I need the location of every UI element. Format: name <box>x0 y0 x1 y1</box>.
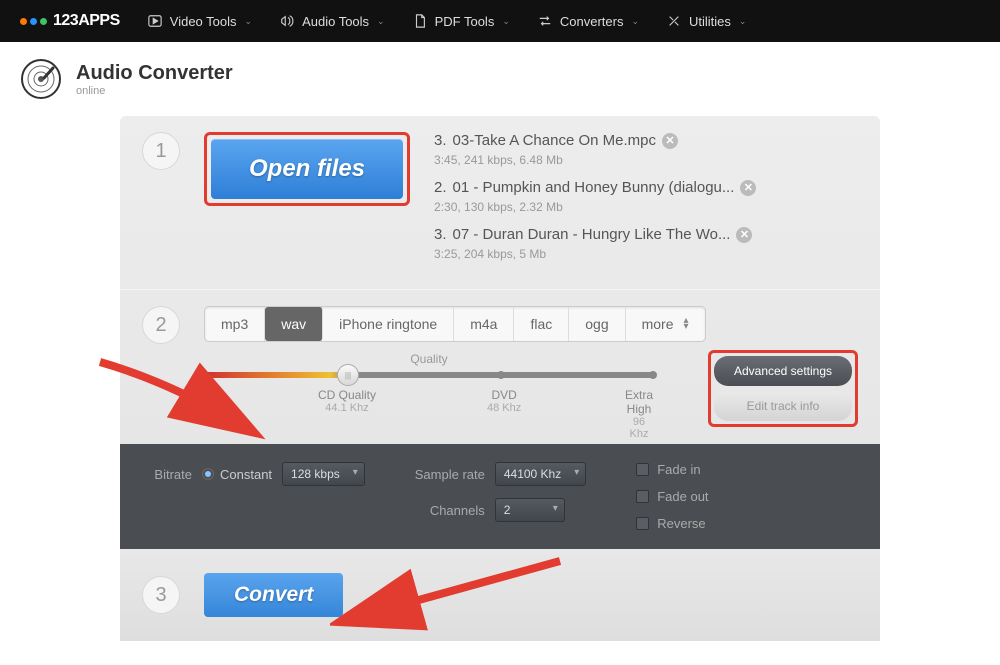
page-title: Audio Converter <box>76 62 233 85</box>
top-nav: 123APPS Video Tools⌄ Audio Tools⌄ PDF To… <box>0 0 1000 42</box>
convert-icon <box>538 14 552 28</box>
play-icon <box>148 14 162 28</box>
channels-select[interactable]: 2 <box>495 498 565 522</box>
brand-text: 123APPS <box>53 12 120 30</box>
reverse-checkbox[interactable]: Reverse <box>636 516 708 531</box>
remove-file-icon[interactable]: ✕ <box>662 133 678 149</box>
remove-file-icon[interactable]: ✕ <box>740 180 756 196</box>
page-header: Audio Converter online <box>0 42 1000 116</box>
file-item: 3. 07 - Duran Duran - Hungry Like The Wo… <box>434 226 858 261</box>
slider-knob[interactable]: ||| <box>337 364 359 386</box>
pdf-icon <box>413 14 427 28</box>
fade-in-checkbox[interactable]: Fade in <box>636 462 708 477</box>
brand-logo[interactable]: 123APPS <box>20 12 120 30</box>
format-tabs: mp3 wav iPhone ringtone m4a flac ogg mor… <box>204 306 706 342</box>
sample-rate-select[interactable]: 44100 Khz <box>495 462 586 486</box>
advanced-panel: Bitrate Constant 128 kbps Sample rate 44… <box>120 444 880 549</box>
quality-slider[interactable]: ||| <box>204 372 654 378</box>
remove-file-icon[interactable]: ✕ <box>736 227 752 243</box>
step-2-badge: 2 <box>142 306 180 344</box>
step-1-badge: 1 <box>142 132 180 170</box>
step-3-badge: 3 <box>142 576 180 614</box>
format-m4a[interactable]: m4a <box>454 307 514 341</box>
quality-heading: Quality <box>204 352 654 366</box>
tools-icon <box>667 14 681 28</box>
nav-pdf-tools[interactable]: PDF Tools⌄ <box>413 14 510 29</box>
format-iphone[interactable]: iPhone ringtone <box>323 307 454 341</box>
nav-utilities[interactable]: Utilities⌄ <box>667 14 746 29</box>
nav-video-tools[interactable]: Video Tools⌄ <box>148 14 252 29</box>
sample-rate-label: Sample rate <box>415 467 485 482</box>
nav-converters[interactable]: Converters⌄ <box>538 14 639 29</box>
file-item: 2. 01 - Pumpkin and Honey Bunny (dialogu… <box>434 179 858 214</box>
channels-label: Channels <box>415 503 485 518</box>
file-list: 3. 03-Take A Chance On Me.mpc ✕ 3:45, 24… <box>434 132 858 273</box>
format-more[interactable]: more ▴▾ <box>626 307 705 341</box>
format-mp3[interactable]: mp3 <box>205 307 265 341</box>
converter-panel: 1 Open files 3. 03-Take A Chance On Me.m… <box>120 116 880 641</box>
format-flac[interactable]: flac <box>514 307 569 341</box>
chevron-updown-icon: ▴▾ <box>684 318 689 330</box>
bitrate-label: Bitrate <box>150 467 192 482</box>
open-files-highlight: Open files <box>204 132 410 206</box>
fade-out-checkbox[interactable]: Fade out <box>636 489 708 504</box>
vinyl-icon <box>20 58 62 100</box>
open-files-button[interactable]: Open files <box>211 139 403 199</box>
convert-button[interactable]: Convert <box>204 573 343 617</box>
audio-icon <box>280 14 294 28</box>
format-ogg[interactable]: ogg <box>569 307 625 341</box>
page-subtitle: online <box>76 85 233 97</box>
bitrate-select[interactable]: 128 kbps <box>282 462 365 486</box>
bitrate-constant-radio[interactable]: Constant <box>202 467 272 482</box>
file-item: 3. 03-Take A Chance On Me.mpc ✕ 3:45, 24… <box>434 132 858 167</box>
format-wav[interactable]: wav <box>265 307 323 341</box>
nav-audio-tools[interactable]: Audio Tools⌄ <box>280 14 385 29</box>
